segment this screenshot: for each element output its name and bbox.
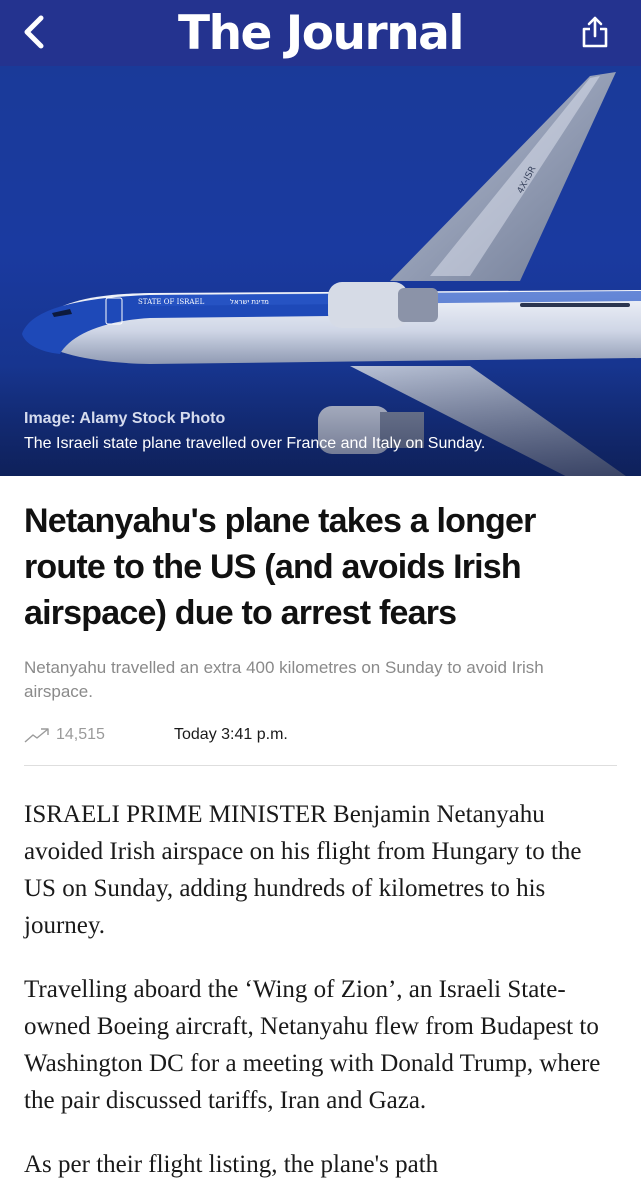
body-paragraph: Travelling aboard the ‘Wing of Zion’, an… — [24, 976, 601, 1114]
photo-credit: Image: Alamy Stock Photo — [24, 410, 226, 427]
livery-text: STATE OF ISRAEL — [138, 298, 205, 306]
chevron-left-icon — [24, 15, 44, 49]
brand-logo[interactable]: The Journal — [178, 6, 464, 61]
body-paragraph: ISRAELI PRIME MINISTER Benjamin Netanyah… — [24, 801, 582, 939]
share-button[interactable] — [575, 12, 615, 52]
photo-caption: The Israeli state plane travelled over F… — [24, 435, 486, 452]
hero-image[interactable]: STATE OF ISRAEL מדינת ישראל 4X-ISR Image… — [0, 66, 641, 476]
publish-time: Today 3:41 p.m. — [174, 726, 288, 743]
view-count: 14,515 — [24, 726, 174, 744]
article-standfirst: Netanyahu travelled an extra 400 kilomet… — [24, 658, 544, 701]
back-button[interactable] — [14, 12, 54, 52]
meta-divider — [24, 765, 617, 766]
article-body: ISRAELI PRIME MINISTER Benjamin Netanyah… — [24, 796, 617, 1183]
article-headline: Netanyahu's plane takes a longer route t… — [24, 502, 536, 632]
trending-up-icon — [24, 728, 49, 743]
article-meta: 14,515 Today 3:41 p.m. — [24, 723, 617, 747]
top-bar: The Journal — [0, 0, 641, 66]
body-paragraph: As per their flight listing, the plane's… — [24, 1151, 439, 1178]
share-icon — [582, 16, 608, 48]
livery-hebrew: מדינת ישראל — [230, 298, 269, 306]
view-count-value: 14,515 — [56, 726, 105, 743]
